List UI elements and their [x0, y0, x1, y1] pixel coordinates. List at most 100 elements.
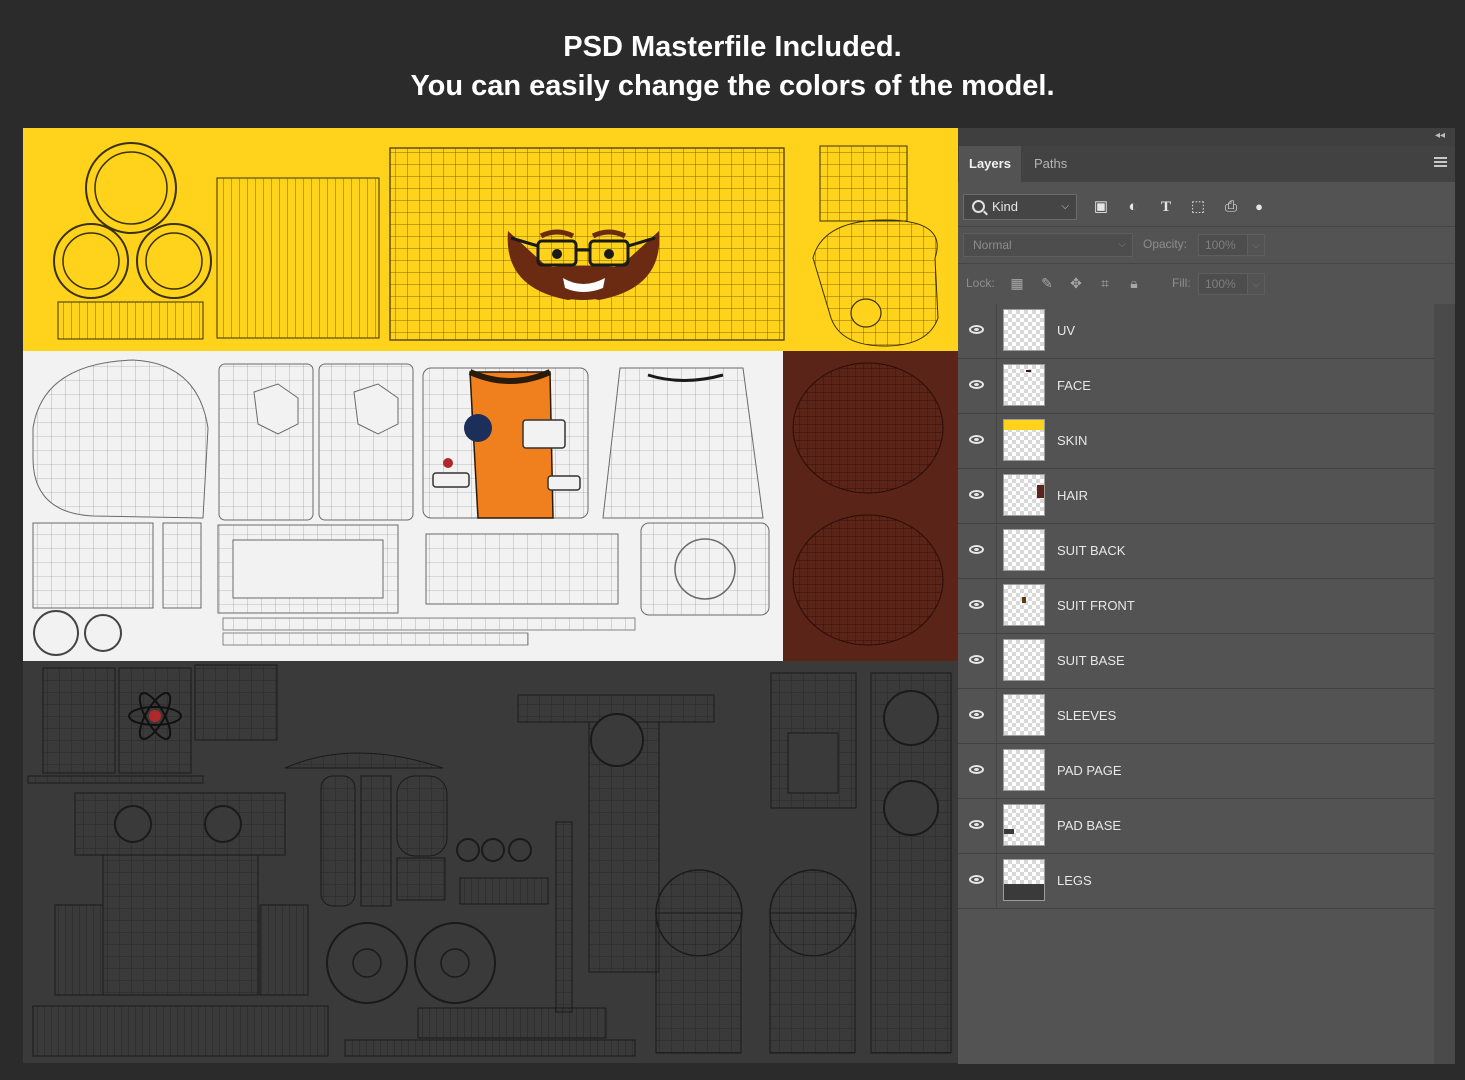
lock-image-pixels-icon[interactable]: ✎ [1038, 274, 1056, 292]
fill-field[interactable]: 100% [1198, 273, 1248, 295]
kind-filter-label: Kind [992, 199, 1019, 214]
opacity-dropdown-icon[interactable]: ⌵ [1247, 234, 1265, 256]
filter-toggle-icon[interactable]: ● [1250, 198, 1268, 216]
panel-topbar: ◂◂ [958, 128, 1455, 146]
fill-label: Fill: [1172, 276, 1191, 290]
layer-name: UV [1057, 323, 1076, 338]
skin-thumb-fill [1004, 420, 1044, 430]
layer-thumbnail [1003, 584, 1045, 626]
eye-icon [969, 655, 984, 664]
visibility-toggle[interactable] [958, 744, 997, 798]
layer-name: SUIT FRONT [1057, 598, 1135, 613]
layer-thumbnail [1003, 639, 1045, 681]
eye-icon [969, 380, 984, 389]
blend-mode-value: Normal [973, 238, 1012, 252]
visibility-toggle[interactable] [958, 854, 997, 908]
adjustment-filter-icon[interactable]: ◐ [1124, 198, 1142, 216]
layer-name: PAD PAGE [1057, 763, 1122, 778]
visibility-toggle[interactable] [958, 524, 997, 578]
eye-icon [969, 490, 984, 499]
visibility-toggle[interactable] [958, 689, 997, 743]
layer-row-hair[interactable]: HAIR [958, 469, 1434, 524]
hair-thumb-fill [1037, 485, 1044, 498]
headline: PSD Masterfile Included. You can easily … [0, 28, 1465, 106]
layer-row-suit-front[interactable]: SUIT FRONT [958, 579, 1434, 634]
eye-icon [969, 545, 984, 554]
blend-mode-select[interactable]: Normal ⌵ [963, 233, 1133, 257]
blend-row: Normal ⌵ Opacity: 100% ⌵ [958, 227, 1455, 264]
smart-object-filter-icon[interactable]: ⎙ [1222, 198, 1240, 216]
layer-thumbnail [1003, 309, 1045, 351]
face-thumb-mark [1026, 370, 1031, 372]
layer-row-face[interactable]: FACE [958, 359, 1434, 414]
layer-filter-row: Kind ⌵ ▣ ◐ T ⬚ ⎙ ● [958, 192, 1455, 227]
layer-name: SLEEVES [1057, 708, 1117, 723]
eye-icon [969, 710, 984, 719]
layer-row-sleeves[interactable]: SLEEVES [958, 689, 1434, 744]
layer-list: UV FACE SKIN HAIR SUIT BACK SUIT FRONT S… [958, 304, 1434, 909]
layer-name: PAD BASE [1057, 818, 1122, 833]
chevron-down-icon: ⌵ [1118, 239, 1126, 250]
visibility-toggle[interactable] [958, 304, 997, 358]
layer-name: HAIR [1057, 488, 1089, 503]
kind-filter-select[interactable]: Kind ⌵ [963, 194, 1077, 220]
eye-icon [969, 875, 984, 884]
layer-name: SUIT BACK [1057, 543, 1126, 558]
eye-icon [969, 435, 984, 444]
lock-all-icon[interactable]: 🔒︎ [1125, 274, 1143, 292]
tab-paths[interactable]: Paths [1024, 146, 1077, 182]
layer-row-suit-base[interactable]: SUIT BASE [958, 634, 1434, 689]
layer-row-pad-base[interactable]: PAD BASE [958, 799, 1434, 854]
lock-row: Lock: ▦ ✎ ✥ ⌗ 🔒︎ Fill: 100% ⌵ [958, 264, 1455, 302]
uv-texture-canvas [23, 128, 958, 1063]
eye-icon [969, 325, 984, 334]
uv-layout-illustration [23, 128, 958, 1063]
layer-row-pad-page[interactable]: PAD PAGE [958, 744, 1434, 799]
layer-name: SKIN [1057, 433, 1088, 448]
headline-line-1: PSD Masterfile Included. [563, 31, 902, 63]
layer-row-skin[interactable]: SKIN [958, 414, 1434, 469]
visibility-toggle[interactable] [958, 359, 997, 413]
visibility-toggle[interactable] [958, 799, 997, 853]
layer-row-legs[interactable]: LEGS [958, 854, 1434, 909]
layer-thumbnail [1003, 749, 1045, 791]
collapse-panel-icon[interactable]: ◂◂ [1435, 130, 1445, 141]
lock-position-icon[interactable]: ✥ [1067, 274, 1085, 292]
visibility-toggle[interactable] [958, 579, 997, 633]
panel-tabbar: Layers Paths [958, 146, 1455, 182]
lock-artboard-icon[interactable]: ⌗ [1096, 274, 1114, 292]
shape-filter-icon[interactable]: ⬚ [1189, 198, 1207, 216]
visibility-toggle[interactable] [958, 634, 997, 688]
visibility-toggle[interactable] [958, 469, 997, 523]
layer-thumbnail [1003, 419, 1045, 461]
layer-thumbnail [1003, 529, 1045, 571]
layer-name: SUIT BASE [1057, 653, 1125, 668]
image-filter-icon[interactable]: ▣ [1092, 198, 1110, 216]
lock-label: Lock: [966, 276, 995, 290]
layer-row-uv[interactable]: UV [958, 304, 1434, 359]
chevron-down-icon: ⌵ [1061, 201, 1069, 212]
type-filter-icon[interactable]: T [1157, 198, 1175, 216]
layer-thumbnail [1003, 364, 1045, 406]
lock-transparent-pixels-icon[interactable]: ▦ [1008, 274, 1026, 292]
tab-layers[interactable]: Layers [959, 146, 1021, 182]
search-icon [972, 200, 985, 213]
layer-row-suit-back[interactable]: SUIT BACK [958, 524, 1434, 579]
eye-icon [969, 600, 984, 609]
layer-thumbnail [1003, 859, 1045, 901]
opacity-label: Opacity: [1143, 237, 1188, 251]
layer-name: FACE [1057, 378, 1091, 393]
layer-thumbnail [1003, 804, 1045, 846]
fill-dropdown-icon[interactable]: ⌵ [1247, 273, 1265, 295]
panel-scrollbar[interactable] [1434, 304, 1455, 1064]
eye-icon [969, 820, 984, 829]
visibility-toggle[interactable] [958, 414, 997, 468]
suit-front-thumb-mark [1022, 597, 1026, 603]
opacity-field[interactable]: 100% [1198, 234, 1248, 256]
panel-menu-icon[interactable] [1434, 157, 1447, 167]
layers-panel: ◂◂ Layers Paths Kind ⌵ ▣ ◐ T ⬚ ⎙ ● Norma… [958, 128, 1455, 1064]
legs-thumb-fill [1004, 884, 1044, 900]
pad-base-thumb-mark [1004, 829, 1014, 834]
headline-line-2: You can easily change the colors of the … [410, 70, 1055, 102]
eye-icon [969, 765, 984, 774]
